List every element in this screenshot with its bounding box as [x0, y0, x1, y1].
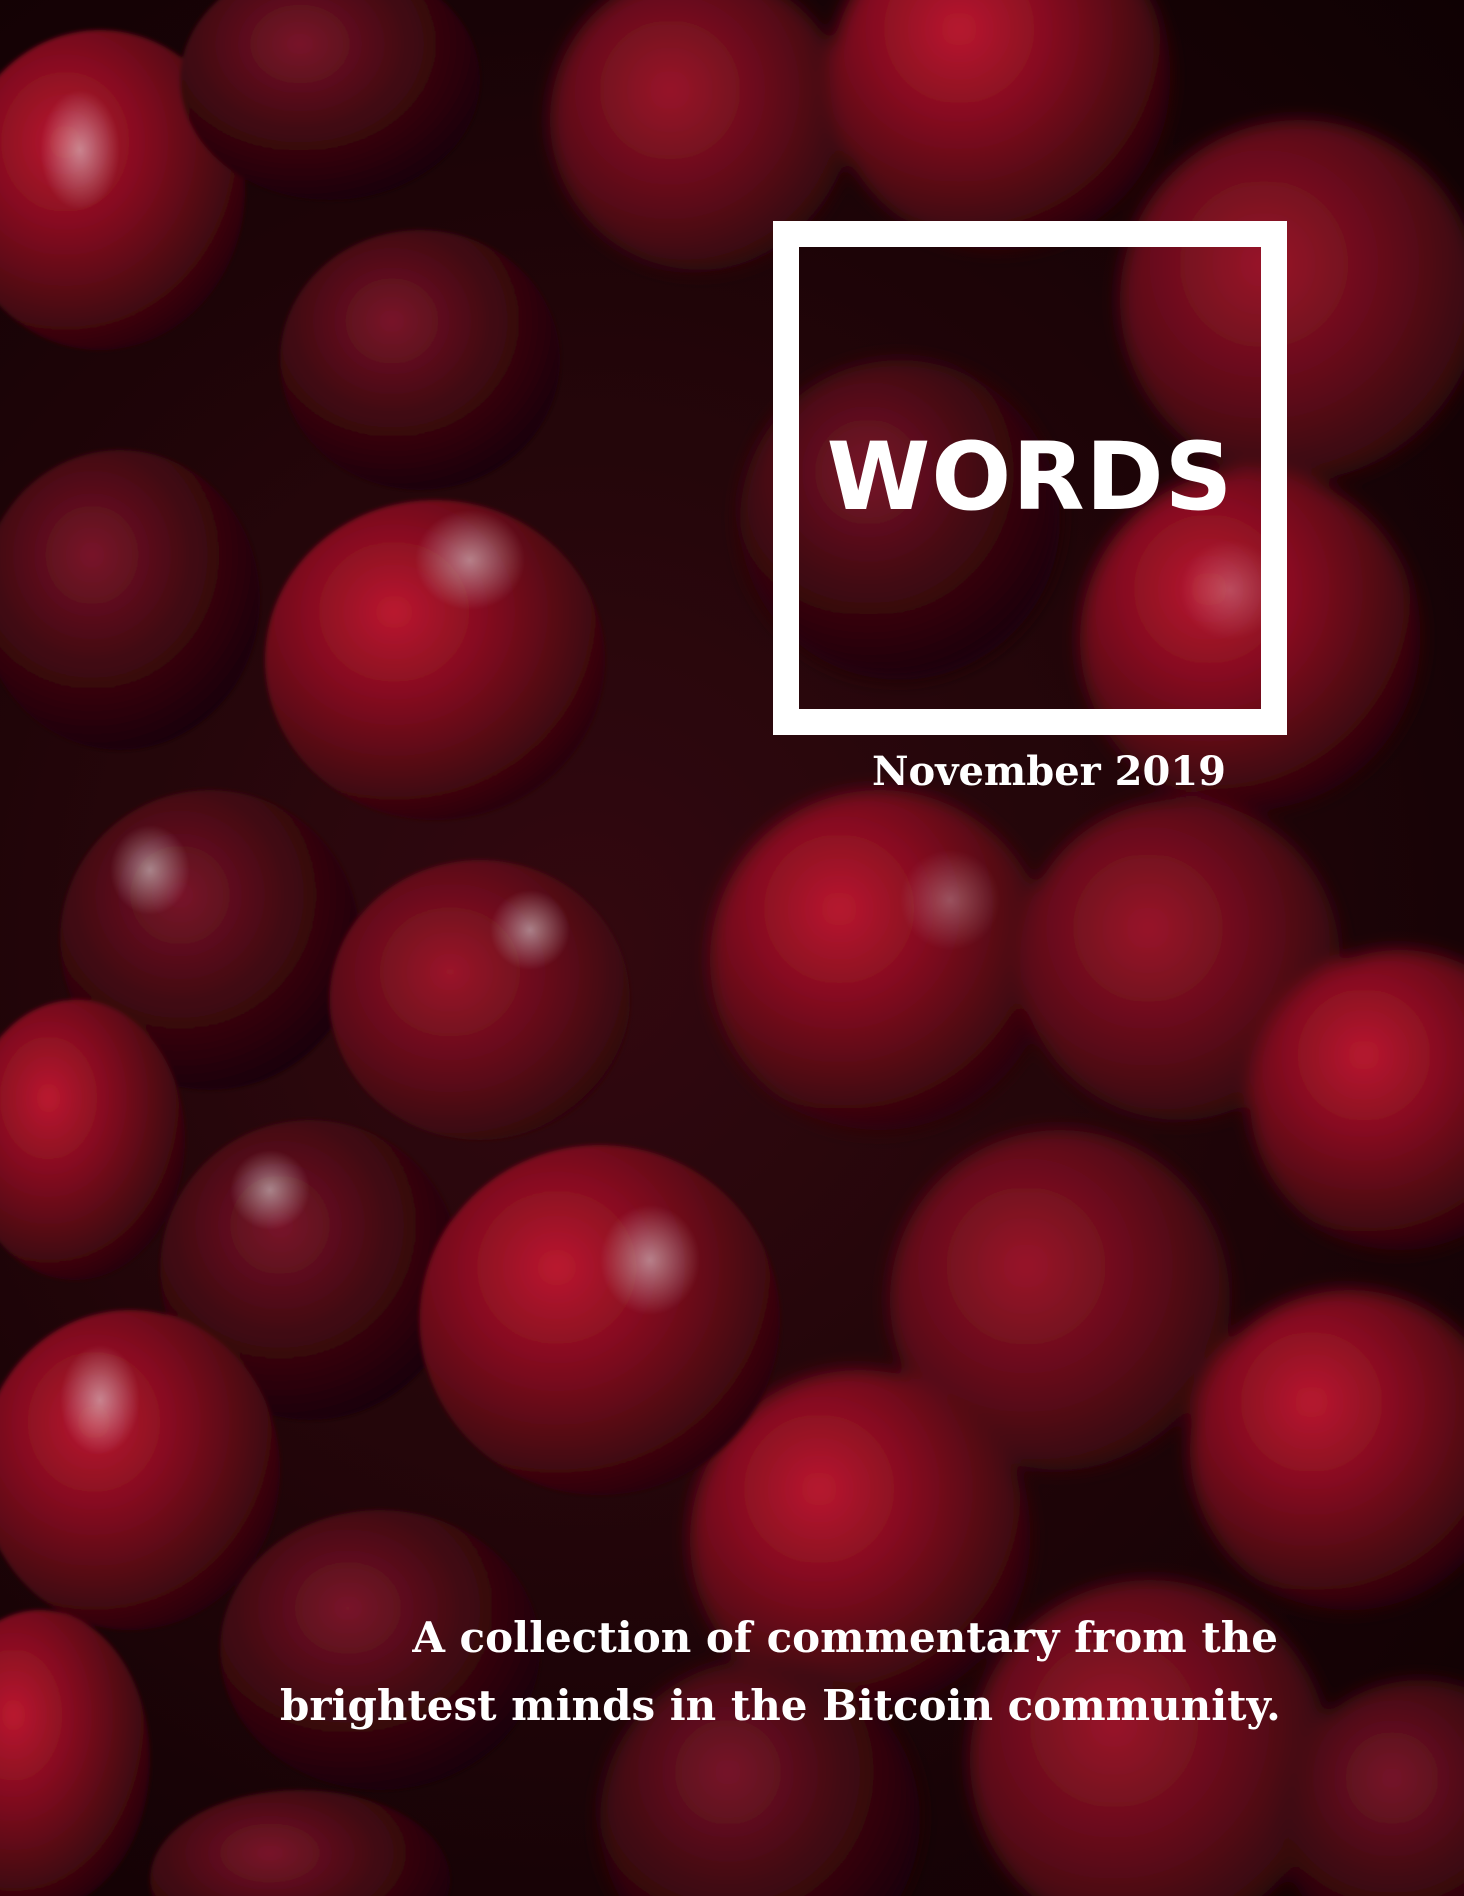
magazine-cover: WORDS November 2019 A collection of comm… [0, 0, 1464, 1896]
subtitle-line-1: A collection of commentary from the [412, 1613, 1278, 1662]
subtitle-line-2: brightest minds in the Bitcoin community… [280, 1681, 1281, 1730]
magazine-title: WORDS [826, 423, 1234, 532]
title-frame: WORDS [773, 221, 1287, 735]
cover-subtitle: A collection of commentary from the brig… [280, 1604, 1281, 1740]
issue-date: November 2019 [871, 748, 1226, 795]
